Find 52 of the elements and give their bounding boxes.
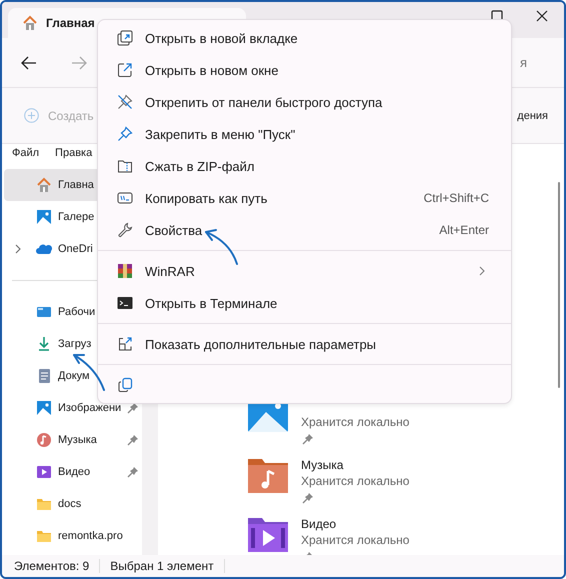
house-icon (36, 177, 52, 193)
document-icon (36, 368, 52, 384)
item-title: Музыка (301, 457, 344, 473)
new-tab-icon (117, 30, 133, 46)
sidebar-item[interactable]: Докум (2, 360, 142, 392)
pin-icon (117, 126, 133, 142)
music-folder-icon (248, 457, 288, 493)
status-text: Элементов: 9 (14, 559, 100, 573)
video-icon (36, 464, 52, 480)
download-icon (36, 336, 52, 352)
item-subtitle: Хранится локально (301, 532, 410, 548)
folder-icon (36, 496, 52, 512)
more-options-icon (117, 336, 133, 352)
house-icon (22, 15, 38, 31)
shortcut-text: Ctrl+Shift+C (424, 191, 489, 205)
menu-bar-item[interactable]: Правка (55, 147, 92, 159)
toolbar-button-label[interactable]: дения (517, 110, 548, 122)
status-text: Выбран 1 элемент (110, 559, 225, 573)
new-window-icon (117, 62, 133, 78)
menu-item[interactable]: Закрепить в меню "Пуск" (104, 118, 505, 150)
terminal-icon (117, 295, 133, 311)
menu-bar-item[interactable]: Файл (12, 147, 40, 159)
tab-title: Главная (46, 16, 95, 30)
wrench-icon (117, 222, 133, 238)
folder-icon (36, 528, 52, 544)
image-icon (36, 400, 52, 416)
image-icon (36, 209, 52, 225)
zip-folder-icon (117, 158, 133, 174)
sidebar-item[interactable]: Видео (2, 456, 142, 488)
sidebar-item[interactable]: remontka.pro (2, 520, 142, 552)
video-folder-icon (248, 516, 288, 552)
item-title: Видео (301, 516, 338, 532)
path-icon (117, 190, 133, 206)
shortcut-text: Alt+Enter (439, 223, 489, 237)
unpin-icon (117, 94, 133, 110)
desktop-icon (36, 304, 52, 320)
music-icon (36, 432, 52, 448)
scrollbar-thumb[interactable] (558, 182, 560, 388)
close-icon (536, 10, 548, 22)
sidebar-item[interactable]: Музыка (2, 424, 142, 456)
sidebar-item[interactable]: docs (2, 488, 142, 520)
item-subtitle: Хранится локально (301, 473, 410, 489)
back-arrow-icon (21, 56, 37, 70)
forward-arrow-icon (71, 56, 87, 70)
archive-icon (117, 263, 133, 279)
menu-item[interactable]: Открыть в новом окне (104, 54, 505, 86)
copy-icon (117, 377, 133, 393)
annotation-arrow (205, 229, 238, 265)
plus-icon (24, 108, 39, 123)
item-subtitle: Хранится локально (301, 414, 410, 430)
menu-item[interactable]: Открыть в новой вкладке (104, 22, 505, 54)
menu-item[interactable]: Открепить от панели быстрого доступа (104, 86, 505, 118)
